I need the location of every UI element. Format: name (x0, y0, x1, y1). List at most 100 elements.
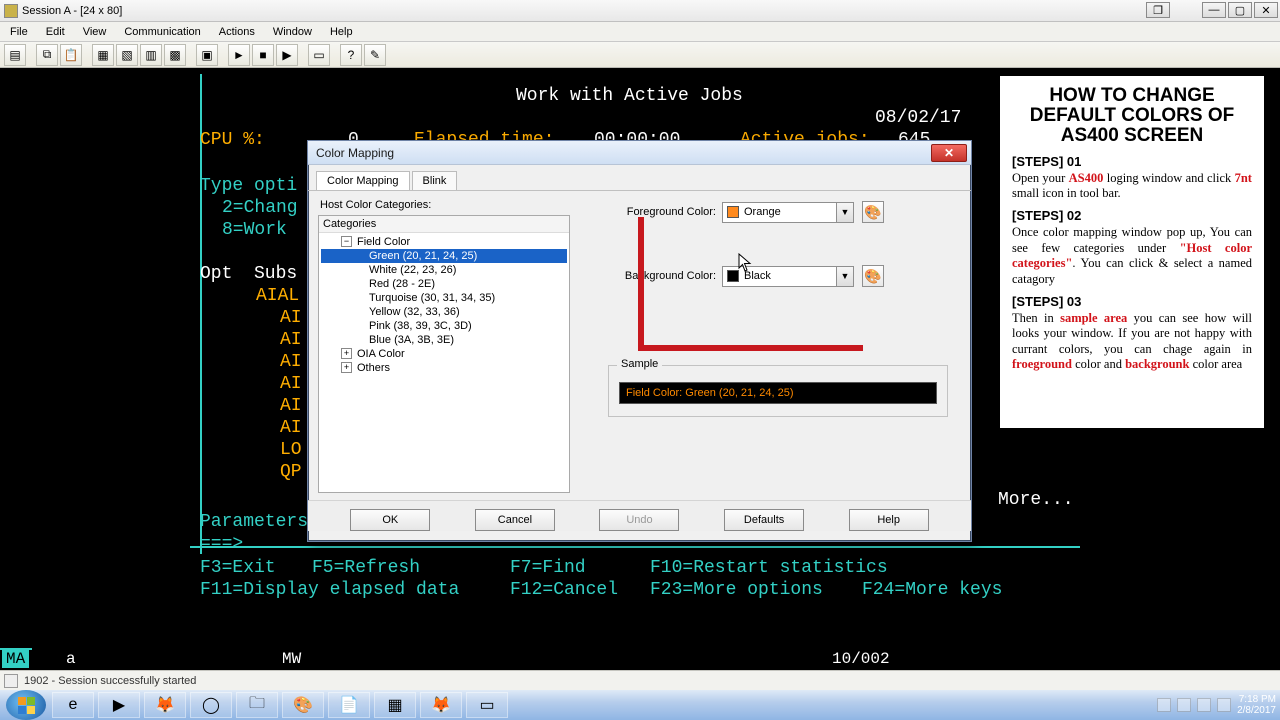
ok-button[interactable]: OK (350, 509, 430, 531)
taskbar-ie-icon[interactable]: e (52, 692, 94, 718)
dialog-tabs: Color Mapping Blink (308, 165, 971, 191)
minimize-button[interactable]: — (1202, 2, 1226, 18)
toolbar-send-icon[interactable]: ▦ (92, 44, 114, 66)
taskbar-session-icon[interactable]: ▭ (466, 692, 508, 718)
menu-actions[interactable]: Actions (213, 24, 261, 40)
toolbar-disp-icon[interactable]: ▥ (140, 44, 162, 66)
fkey-f7: F7=Find (510, 558, 586, 578)
step-3-heading: [STEPS] 03 (1012, 294, 1252, 309)
app-icon (4, 4, 18, 18)
menu-window[interactable]: Window (267, 24, 318, 40)
taskbar-explorer-icon[interactable]: 🗀 (236, 692, 278, 718)
tree-node-field-color[interactable]: −Field Color (321, 235, 567, 249)
tree-item-green[interactable]: Green (20, 21, 24, 25) (321, 249, 567, 263)
step-2-heading: [STEPS] 02 (1012, 208, 1252, 223)
toolbar-record-icon[interactable]: ► (228, 44, 250, 66)
taskbar-media-icon[interactable]: ▶ (98, 692, 140, 718)
list-item: AI (280, 308, 302, 328)
toolbar-paste-icon[interactable]: 📋 (60, 44, 82, 66)
tree-item-blue[interactable]: Blue (3A, 3B, 3E) (321, 333, 567, 347)
tab-color-mapping[interactable]: Color Mapping (316, 171, 410, 190)
cancel-button[interactable]: Cancel (475, 509, 555, 531)
opt-8: 8=Work (222, 220, 287, 240)
help-button[interactable]: Help (849, 509, 929, 531)
type-options: Type opti (200, 176, 297, 196)
list-item: AI (280, 352, 302, 372)
color-mapping-dialog: Color Mapping ✕ Color Mapping Blink Host… (307, 140, 972, 542)
oia-position: 10/002 (832, 650, 890, 668)
defaults-button[interactable]: Defaults (724, 509, 804, 531)
toolbar-copy-icon[interactable]: ⧉ (36, 44, 58, 66)
tree-node-oia[interactable]: +OIA Color (321, 347, 567, 361)
tab-blink[interactable]: Blink (412, 171, 458, 190)
chevron-down-icon[interactable]: ▼ (836, 203, 853, 222)
toolbar-map-icon[interactable]: ▣ (196, 44, 218, 66)
instructions-panel: HOW TO CHANGE DEFAULT COLORS OF AS400 SC… (1000, 76, 1264, 428)
list-item: QP (280, 462, 302, 482)
oia-ma: MA (2, 650, 29, 668)
tree-item-turquoise[interactable]: Turquoise (30, 31, 34, 35) (321, 291, 567, 305)
parameters-label: Parameters (200, 512, 308, 532)
list-item: AI (280, 418, 302, 438)
taskbar-firefox-icon[interactable]: 🦊 (144, 692, 186, 718)
toolbar: ▤ ⧉ 📋 ▦ ▧ ▥ ▩ ▣ ► ■ ▶ ▭ ? ✎ (0, 42, 1280, 68)
menu-comm[interactable]: Communication (118, 24, 206, 40)
more-indicator: More... (998, 490, 1074, 510)
list-item: AIAL (256, 286, 299, 306)
tree-item-white[interactable]: White (22, 23, 26) (321, 263, 567, 277)
menu-file[interactable]: File (4, 24, 34, 40)
background-palette-button[interactable]: 🎨 (862, 265, 884, 287)
start-button[interactable] (6, 690, 46, 720)
tray-network-icon[interactable] (1177, 698, 1191, 712)
toolbar-play-icon[interactable]: ▶ (276, 44, 298, 66)
tree-node-others[interactable]: +Others (321, 361, 567, 375)
chevron-down-icon[interactable]: ▼ (836, 267, 853, 286)
fkey-f5: F5=Refresh (312, 558, 420, 578)
undo-button[interactable]: Undo (599, 509, 679, 531)
toolbar-stop-icon[interactable]: ■ (252, 44, 274, 66)
taskbar-app-icon[interactable]: ▦ (374, 692, 416, 718)
taskbar-chrome-icon[interactable]: ◯ (190, 692, 232, 718)
fg-swatch-icon (727, 206, 739, 218)
panel-heading: HOW TO CHANGE DEFAULT COLORS OF AS400 SC… (1012, 86, 1252, 146)
taskbar-firefox2-icon[interactable]: 🦊 (420, 692, 462, 718)
step-1-text: Open your AS400 loging window and click … (1012, 171, 1252, 202)
foreground-color-combo[interactable]: Orange ▼ (722, 202, 854, 223)
tray-flag-icon[interactable] (1157, 698, 1171, 712)
dialog-close-button[interactable]: ✕ (931, 144, 967, 162)
step-1-heading: [STEPS] 01 (1012, 154, 1252, 169)
taskbar: e ▶ 🦊 ◯ 🗀 🎨 📄 ▦ 🦊 ▭ 7:18 PM2/8/2017 (0, 690, 1280, 720)
screen-date: 08/02/17 (875, 108, 961, 128)
toolbar-help-icon[interactable]: ? (340, 44, 362, 66)
tray-clock[interactable]: 7:18 PM2/8/2017 (1237, 694, 1276, 716)
toolbar-recv-icon[interactable]: ▧ (116, 44, 138, 66)
toolbar-icon-1[interactable]: ▤ (4, 44, 26, 66)
foreground-palette-button[interactable]: 🎨 (862, 201, 884, 223)
tree-item-yellow[interactable]: Yellow (32, 33, 36) (321, 305, 567, 319)
taskbar-paint-icon[interactable]: 🎨 (282, 692, 324, 718)
toolbar-gear-icon[interactable]: ✎ (364, 44, 386, 66)
tray-battery-icon[interactable] (1217, 698, 1231, 712)
status-text: 1902 - Session successfully started (24, 675, 196, 687)
toolbar-color-icon[interactable]: ▩ (164, 44, 186, 66)
tree-item-pink[interactable]: Pink (38, 39, 3C, 3D) (321, 319, 567, 333)
toolbar-clipboard-icon[interactable]: ▭ (308, 44, 330, 66)
sample-label: Sample (617, 358, 662, 370)
tray-volume-icon[interactable] (1197, 698, 1211, 712)
menu-view[interactable]: View (77, 24, 113, 40)
window-restore-icon[interactable]: ❐ (1146, 2, 1170, 18)
close-button[interactable]: ✕ (1254, 2, 1278, 18)
oia-line: MA a MW 10/002 (0, 650, 1280, 670)
list-item: LO (280, 440, 302, 460)
screen-title: Work with Active Jobs (516, 86, 743, 106)
list-item: AI (280, 374, 302, 394)
window-titlebar: Session A - [24 x 80] ❐ — ▢ ✕ (0, 0, 1280, 22)
taskbar-notepad-icon[interactable]: 📄 (328, 692, 370, 718)
categories-tree[interactable]: Categories −Field Color Green (20, 21, 2… (318, 215, 570, 493)
menu-edit[interactable]: Edit (40, 24, 71, 40)
menu-help[interactable]: Help (324, 24, 359, 40)
column-headers: Opt Subs (200, 264, 297, 284)
tree-item-red[interactable]: Red (28 - 2E) (321, 277, 567, 291)
fkey-f23: F23=More options (650, 580, 823, 600)
maximize-button[interactable]: ▢ (1228, 2, 1252, 18)
